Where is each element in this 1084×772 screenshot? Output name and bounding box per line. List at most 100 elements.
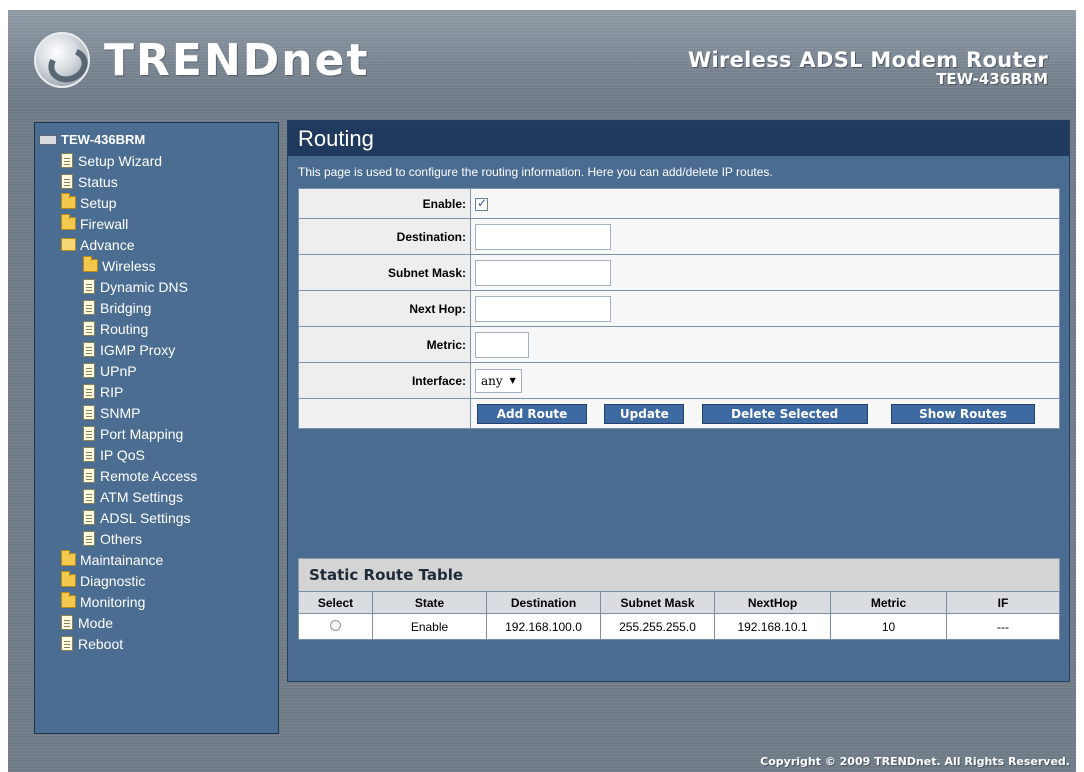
sidebar-item-diagnostic[interactable]: Diagnostic — [39, 570, 197, 591]
interface-label: Interface: — [298, 362, 471, 399]
show-routes-button[interactable]: Show Routes — [891, 403, 1036, 424]
page-icon — [83, 447, 95, 462]
col-state: State — [372, 591, 487, 614]
sidebar-item-label: Status — [78, 173, 118, 190]
destination-input[interactable] — [475, 223, 611, 250]
next-hop-input[interactable] — [475, 295, 611, 322]
cell-metric: 10 — [830, 613, 947, 640]
page-icon — [83, 384, 95, 399]
sidebar-item-firewall[interactable]: Firewall — [39, 213, 197, 234]
sidebar-item-remote-access[interactable]: Remote Access — [39, 465, 197, 486]
sidebar-item-upnp[interactable]: UPnP — [39, 360, 197, 381]
page-icon — [83, 510, 95, 525]
table-row: Enable 192.168.100.0 255.255.255.0 192.1… — [298, 613, 1060, 640]
sidebar-item-label: Mode — [78, 614, 114, 631]
trendnet-logo-icon — [34, 32, 90, 88]
page-icon — [61, 615, 73, 630]
folder-icon — [61, 550, 76, 566]
subnet-mask-label: Subnet Mask: — [298, 254, 471, 291]
sidebar-item-label: RIP — [100, 383, 124, 400]
interface-select[interactable]: any ▼ — [475, 368, 522, 393]
destination-label: Destination: — [298, 218, 471, 255]
sidebar-item-label: SNMP — [100, 404, 141, 421]
next-hop-label: Next Hop: — [298, 290, 471, 327]
static-route-table-title: Static Route Table — [298, 558, 1060, 592]
cell-nexthop: 192.168.10.1 — [714, 613, 831, 640]
main-panel: Routing This page is used to configure t… — [287, 120, 1070, 682]
delete-selected-button[interactable]: Delete Selected — [701, 403, 868, 424]
metric-input[interactable] — [475, 331, 529, 358]
sidebar-item-rip[interactable]: RIP — [39, 381, 197, 402]
sidebar-item-others[interactable]: Others — [39, 528, 197, 549]
folder-icon — [61, 571, 76, 587]
page-description: This page is used to configure the routi… — [298, 165, 773, 179]
sidebar-item-bridging[interactable]: Bridging — [39, 297, 197, 318]
sidebar-item-ip-qos[interactable]: IP QoS — [39, 444, 197, 465]
sidebar-item-monitoring[interactable]: Monitoring — [39, 591, 197, 612]
sidebar-item-maintainance[interactable]: Maintainance — [39, 549, 197, 570]
col-destination: Destination — [486, 591, 601, 614]
sidebar-item-routing[interactable]: Routing — [39, 318, 197, 339]
sidebar-item-setup-wizard[interactable]: Setup Wizard — [39, 150, 197, 171]
sidebar-item-status[interactable]: Status — [39, 171, 197, 192]
sidebar-root-label: TEW-436BRM — [61, 131, 146, 147]
col-metric: Metric — [830, 591, 947, 614]
sidebar-item-label: ADSL Settings — [100, 509, 191, 526]
page-icon — [83, 363, 95, 378]
enable-checkbox[interactable] — [475, 196, 488, 211]
sidebar-item-label: Remote Access — [100, 467, 198, 484]
chevron-down-icon: ▼ — [509, 376, 516, 385]
sidebar-item-label: Diagnostic — [80, 572, 146, 589]
sidebar-item-label: Dynamic DNS — [100, 278, 188, 295]
folder-open-icon — [61, 238, 76, 251]
enable-label: Enable: — [298, 188, 471, 219]
metric-label: Metric: — [298, 326, 471, 363]
page-icon — [83, 405, 95, 420]
interface-select-value: any — [481, 373, 503, 388]
sidebar-item-adsl-settings[interactable]: ADSL Settings — [39, 507, 197, 528]
product-model: TEW-436BRM — [936, 70, 1048, 88]
col-select: Select — [298, 591, 373, 614]
sidebar-item-label: ATM Settings — [100, 488, 183, 505]
sidebar-item-atm-settings[interactable]: ATM Settings — [39, 486, 197, 507]
folder-icon — [61, 193, 76, 209]
page-icon — [61, 174, 73, 189]
static-route-table: Select State Destination Subnet Mask Nex… — [298, 591, 1060, 640]
folder-icon — [83, 256, 98, 272]
col-nexthop: NextHop — [714, 591, 831, 614]
copyright-text: Copyright © 2009 TRENDnet. All Rights Re… — [760, 755, 1070, 768]
sidebar-item-wireless[interactable]: Wireless — [39, 255, 197, 276]
sidebar-item-setup[interactable]: Setup — [39, 192, 197, 213]
button-row-spacer — [298, 398, 471, 429]
sidebar-item-label: Advance — [80, 236, 135, 253]
route-select-radio[interactable] — [330, 619, 341, 631]
sidebar-item-dynamic-dns[interactable]: Dynamic DNS — [39, 276, 197, 297]
sidebar-item-mode[interactable]: Mode — [39, 612, 197, 633]
update-button[interactable]: Update — [604, 403, 685, 424]
sidebar-root[interactable]: TEW-436BRM — [39, 129, 197, 150]
sidebar-item-snmp[interactable]: SNMP — [39, 402, 197, 423]
product-title: Wireless ADSL Modem Router — [688, 48, 1048, 72]
product-info: Wireless ADSL Modem Router TEW-436BRM — [688, 48, 1048, 88]
add-route-button[interactable]: Add Route — [477, 403, 587, 424]
sidebar-item-reboot[interactable]: Reboot — [39, 633, 197, 654]
sidebar-item-label: Reboot — [78, 635, 124, 652]
nav-tree: TEW-436BRM Setup Wizard Status Setup Fir… — [39, 129, 197, 654]
sidebar-item-port-mapping[interactable]: Port Mapping — [39, 423, 197, 444]
sidebar-item-label: Firewall — [80, 215, 129, 232]
page-icon — [83, 279, 95, 294]
router-icon — [39, 134, 57, 145]
sidebar-item-advance[interactable]: Advance — [39, 234, 197, 255]
sidebar-item-label: Bridging — [100, 299, 152, 316]
sidebar-item-label: Setup Wizard — [78, 152, 163, 169]
table-header-row: Select State Destination Subnet Mask Nex… — [298, 591, 1060, 614]
sidebar-item-label: IP QoS — [100, 446, 145, 463]
cell-state: Enable — [372, 613, 487, 640]
cell-subnet-mask: 255.255.255.0 — [600, 613, 715, 640]
trendnet-logo: TRENDnet — [34, 30, 370, 90]
routing-form: Enable: Destination: Subnet Mask: Next H… — [298, 188, 1060, 429]
page-icon — [61, 153, 73, 168]
folder-icon — [61, 214, 76, 230]
sidebar-item-igmp-proxy[interactable]: IGMP Proxy — [39, 339, 197, 360]
subnet-mask-input[interactable] — [475, 259, 611, 286]
